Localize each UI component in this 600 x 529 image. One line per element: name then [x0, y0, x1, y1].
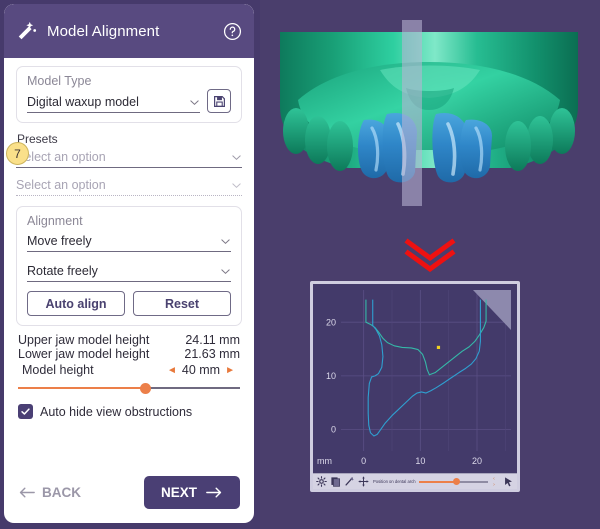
panel-body: 7 Model Type Digital waxup model Presets…	[4, 58, 254, 523]
arch-position-slider[interactable]	[418, 477, 489, 486]
panel-footer: BACK NEXT	[4, 461, 254, 523]
reset-button[interactable]: Reset	[133, 291, 231, 316]
cross-section-chart-panel: 0 10 20 0 10 20 mm Position on dental ar…	[310, 281, 520, 492]
model-height-decrement[interactable]: ◄	[162, 365, 182, 376]
chart-toolbar: Position on dental arch ‹ ›	[313, 473, 517, 489]
y-tick-label: 10	[326, 371, 336, 381]
move-mode-value: Move freely	[27, 234, 92, 248]
lower-jaw-height-label: Lower jaw model height	[18, 347, 150, 361]
gear-icon[interactable]	[316, 476, 327, 487]
copy-icon[interactable]	[330, 476, 341, 487]
model-type-label: Model Type	[27, 74, 92, 88]
chevron-down-icon	[232, 182, 241, 188]
preset-1-value: Select an option	[16, 150, 106, 164]
chevron-down-icon	[221, 268, 230, 274]
chart-plot-area: 0 10 20 0 10 20 mm	[313, 284, 517, 489]
floppy-disk-save-icon	[213, 95, 225, 107]
model-height-slider[interactable]	[18, 381, 240, 395]
panel-title: Model Alignment	[47, 22, 160, 40]
alignment-group: Alignment Move freely Rotate freely Auto…	[16, 206, 242, 326]
preset-2-value: Select an option	[16, 178, 106, 192]
model-alignment-panel: Model Alignment 7 Model Type Digital wax…	[4, 4, 254, 523]
axis-unit-label: mm	[317, 456, 332, 466]
rotate-mode-value: Rotate freely	[27, 264, 98, 278]
model-height-value: 40 mm	[181, 363, 221, 377]
next-label: NEXT	[160, 484, 197, 500]
move-crosshair-icon[interactable]	[358, 476, 369, 487]
step-badge: 7	[6, 142, 29, 165]
auto-hide-label: Auto hide view obstructions	[40, 404, 193, 419]
chevron-down-icon	[232, 154, 241, 160]
auto-hide-row[interactable]: Auto hide view obstructions	[16, 404, 242, 419]
rotate-mode-select[interactable]: Rotate freely	[27, 262, 231, 282]
auto-align-button[interactable]: Auto align	[27, 291, 125, 316]
preset-select-2[interactable]: Select an option	[16, 176, 242, 196]
chart-toolbar-label: Position on dental arch	[373, 479, 416, 484]
checkmark-icon	[21, 408, 30, 415]
application-window: Model Alignment 7 Model Type Digital wax…	[0, 0, 600, 529]
model-height-row: Model height ◄ 40 mm ►	[16, 361, 242, 377]
upper-jaw-model	[280, 32, 578, 171]
panel-header: Model Alignment	[4, 4, 254, 58]
x-tick-label: 10	[415, 456, 425, 466]
save-model-type-button[interactable]	[207, 89, 231, 113]
arch-position-steppers[interactable]: ‹ ›	[493, 476, 500, 488]
cross-section-chart[interactable]: 0 10 20 0 10 20 mm Position on dental ar…	[313, 284, 517, 489]
upper-jaw-height-label: Upper jaw model height	[18, 333, 150, 347]
move-mode-select[interactable]: Move freely	[27, 232, 231, 252]
lower-jaw-height-value: 21.63 mm	[184, 347, 240, 361]
y-tick-label: 20	[326, 317, 336, 327]
measure-icon[interactable]	[344, 476, 355, 487]
dental-model-3d-view[interactable]	[260, 0, 598, 236]
x-tick-label: 0	[361, 456, 366, 466]
model-height-label: Model height	[22, 363, 94, 377]
left-panel: Model Alignment 7 Model Type Digital wax…	[0, 0, 260, 529]
chevron-down-icon	[221, 238, 230, 244]
arch-slider-thumb[interactable]	[453, 478, 461, 485]
arch-position-marker[interactable]	[436, 345, 441, 350]
magic-wand-icon	[18, 21, 37, 40]
alignment-label: Alignment	[27, 214, 83, 228]
slider-fill	[18, 387, 145, 389]
upper-jaw-height-row: Upper jaw model height 24.11 mm	[16, 333, 242, 347]
double-chevron-down-icon	[404, 238, 456, 272]
model-type-select[interactable]: Digital waxup model	[27, 93, 200, 113]
upper-jaw-height-value: 24.11 mm	[185, 333, 240, 347]
x-tick-label: 20	[472, 456, 482, 466]
preset-select-1[interactable]: Select an option	[16, 148, 242, 168]
alignment-plane-handle[interactable]	[402, 20, 422, 206]
back-label: BACK	[42, 484, 81, 500]
y-tick-label: 0	[331, 425, 336, 435]
chevron-down-icon	[190, 99, 199, 105]
model-height-increment[interactable]: ►	[220, 365, 240, 376]
next-button[interactable]: NEXT	[143, 475, 240, 509]
model-type-group: Model Type Digital waxup model	[16, 66, 242, 123]
arrow-right-icon	[206, 487, 222, 497]
presets-label: Presets	[17, 132, 58, 146]
back-button[interactable]: BACK	[18, 485, 81, 500]
slider-thumb[interactable]	[139, 383, 151, 394]
model-type-value: Digital waxup model	[27, 95, 139, 109]
right-panel: 0 10 20 0 10 20 mm Position on dental ar…	[260, 0, 600, 529]
pointer-icon[interactable]	[503, 476, 514, 487]
lower-jaw-height-row: Lower jaw model height 21.63 mm	[16, 347, 242, 361]
arrow-left-icon	[19, 487, 35, 497]
help-circle-icon[interactable]	[223, 22, 242, 41]
arch-slider-fill	[418, 481, 455, 483]
auto-hide-checkbox[interactable]	[18, 404, 33, 419]
